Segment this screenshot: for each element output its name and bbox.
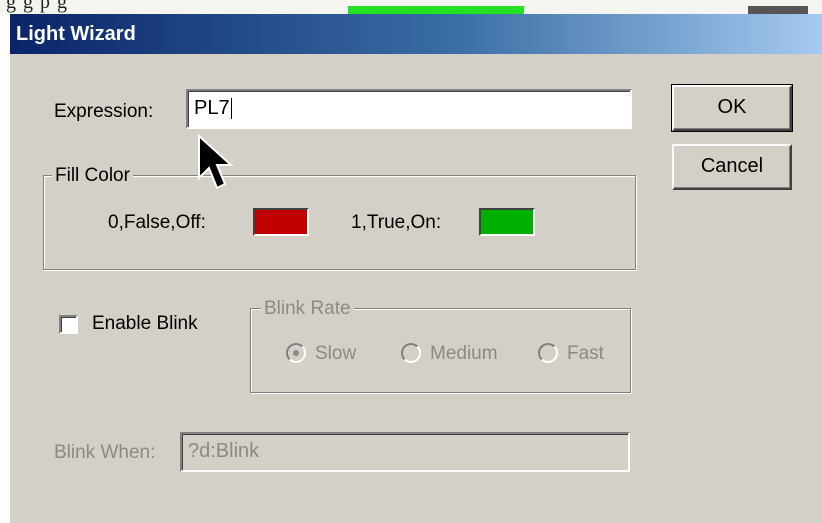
radio-fast-label: Fast (567, 343, 604, 364)
blink-rate-group-title: Blink Rate (261, 298, 354, 320)
cancel-button[interactable]: Cancel (672, 144, 792, 190)
fill-color-group-title: Fill Color (52, 165, 133, 187)
light-wizard-dialog: Light Wizard Expression: PL7 OK Cancel F… (10, 14, 822, 523)
dialog-title: Light Wizard (16, 23, 136, 45)
expression-input[interactable]: PL7 (186, 89, 632, 129)
background-green-bar (348, 6, 524, 14)
background-window-strip: g g p g (0, 0, 822, 14)
radio-slow[interactable] (286, 343, 306, 363)
radio-selected-dot (293, 350, 299, 356)
radio-medium[interactable] (401, 343, 421, 363)
enable-blink-checkbox[interactable] (59, 315, 78, 334)
background-dark-bar (748, 6, 808, 14)
expression-label: Expression: (54, 101, 154, 122)
radio-slow-label: Slow (315, 343, 357, 364)
off-color-swatch[interactable] (253, 208, 309, 236)
enable-blink-label: Enable Blink (92, 313, 198, 334)
title-bar[interactable]: Light Wizard (10, 14, 822, 54)
radio-medium-label: Medium (430, 343, 498, 364)
blink-when-input[interactable]: ?d:Blink (180, 432, 630, 472)
text-caret (230, 98, 232, 120)
background-text: g g p g (6, 0, 68, 13)
ok-button[interactable]: OK (671, 84, 793, 132)
radio-fast[interactable] (538, 343, 558, 363)
blink-when-label: Blink When: (54, 442, 156, 463)
mouse-pointer-icon (198, 134, 234, 190)
on-color-swatch[interactable] (479, 208, 535, 236)
blink-when-value: ?d:Blink (188, 440, 260, 462)
off-color-label: 0,False,Off: (108, 212, 206, 233)
on-color-label: 1,True,On: (351, 212, 442, 233)
expression-value: PL7 (194, 97, 230, 119)
